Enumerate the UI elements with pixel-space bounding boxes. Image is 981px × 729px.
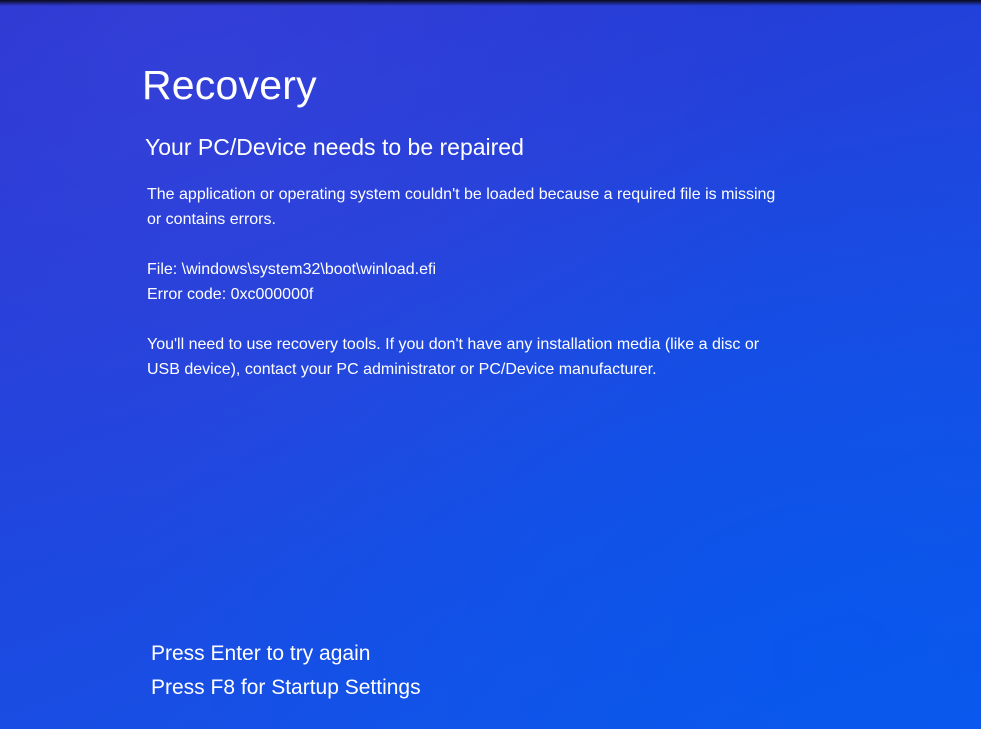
error-details: File: \windows\system32\boot\winload.efi… (147, 257, 847, 307)
recovery-instructions-line-2: USB device), contact your PC administrat… (147, 361, 657, 378)
recovery-instructions: You'll need to use recovery tools. If yo… (147, 332, 847, 382)
recovery-instructions-line-1: You'll need to use recovery tools. If yo… (147, 336, 760, 353)
error-code: Error code: 0xc000000f (147, 286, 314, 303)
monitor-bezel (0, 0, 981, 6)
error-file-path: File: \windows\system32\boot\winload.efi (147, 261, 437, 278)
press-enter-action[interactable]: Press Enter to try again (151, 637, 421, 671)
error-description: The application or operating system coul… (147, 182, 847, 232)
error-description-line-1: The application or operating system coul… (147, 186, 776, 203)
key-actions: Press Enter to try again Press F8 for St… (151, 637, 421, 705)
recovery-screen: Recovery Your PC/Device needs to be repa… (0, 0, 981, 729)
page-subtitle: Your PC/Device needs to be repaired (145, 134, 524, 160)
press-f8-action[interactable]: Press F8 for Startup Settings (151, 671, 421, 705)
error-description-line-2: or contains errors. (147, 211, 276, 228)
page-title: Recovery (142, 62, 317, 108)
